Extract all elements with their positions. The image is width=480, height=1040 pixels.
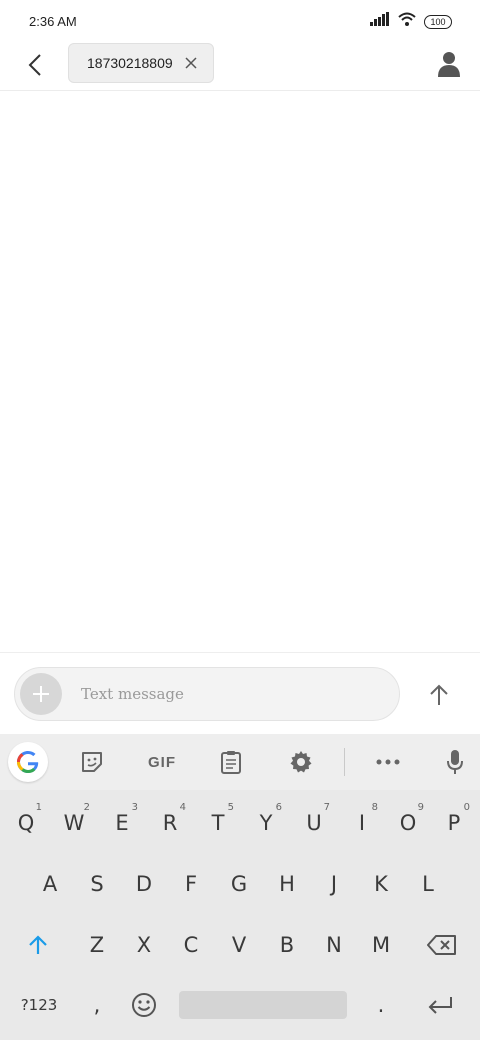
compose-field (14, 667, 400, 721)
key-z[interactable]: Z (75, 920, 119, 970)
arrow-up-icon (430, 684, 448, 705)
send-button[interactable] (420, 679, 458, 711)
enter-key[interactable] (418, 980, 462, 1030)
settings-button[interactable] (282, 744, 320, 780)
key-f[interactable]: F (169, 859, 213, 909)
clipboard-icon (221, 751, 241, 774)
enter-icon (428, 997, 452, 1014)
back-arrow-icon (28, 54, 41, 76)
keyboard: GIF Q 1 W 2 E 3 R 4 T 5 Y 6 U 7 I 8 O 9 … (0, 734, 480, 1040)
period-key[interactable]: . (359, 980, 403, 1030)
key-b[interactable]: B (265, 920, 309, 970)
key-n[interactable]: N (312, 920, 356, 970)
signal-icon (370, 12, 390, 31)
key-y[interactable]: Y6 (244, 798, 288, 848)
recipient-number: 18730218809 (87, 55, 173, 71)
key-h[interactable]: H (265, 859, 309, 909)
battery-icon: 100 (424, 14, 452, 29)
key-q[interactable]: Q1 (4, 798, 48, 848)
google-button[interactable] (8, 742, 48, 782)
recipient-chip[interactable]: 18730218809 (68, 43, 214, 83)
key-u[interactable]: U7 (292, 798, 336, 848)
contact-button[interactable] (434, 48, 464, 80)
remove-recipient-button[interactable] (183, 55, 199, 71)
key-r[interactable]: R4 (148, 798, 192, 848)
person-icon (438, 52, 460, 77)
key-o[interactable]: O9 (386, 798, 430, 848)
key-d[interactable]: D (122, 859, 166, 909)
status-icons: 100 (370, 12, 452, 31)
key-g[interactable]: G (217, 859, 261, 909)
key-i[interactable]: I8 (340, 798, 384, 848)
emoji-icon (132, 993, 156, 1017)
clipboard-button[interactable] (212, 744, 250, 780)
message-input[interactable] (79, 678, 383, 710)
sticker-icon (82, 752, 102, 772)
shift-arrow-icon (29, 935, 47, 954)
voice-input-button[interactable] (436, 744, 474, 780)
back-button[interactable] (20, 50, 50, 80)
comma-key[interactable]: , (75, 980, 119, 1030)
close-icon (185, 57, 197, 69)
toolbar-divider (344, 748, 345, 776)
google-icon (17, 751, 39, 773)
more-horizontal-icon (376, 759, 400, 765)
key-k[interactable]: K (359, 859, 403, 909)
key-l[interactable]: L (406, 859, 450, 909)
shift-key[interactable] (16, 920, 60, 970)
key-v[interactable]: V (217, 920, 261, 970)
key-a[interactable]: A (28, 859, 72, 909)
key-w[interactable]: W2 (52, 798, 96, 848)
backspace-key[interactable] (420, 920, 464, 970)
key-p[interactable]: P0 (432, 798, 476, 848)
compose-bar (0, 652, 480, 735)
spacebar[interactable] (179, 991, 347, 1019)
status-time: 2:36 AM (29, 14, 77, 29)
microphone-icon (447, 750, 463, 774)
key-m[interactable]: M (359, 920, 403, 970)
plus-icon (33, 686, 49, 702)
wifi-icon (398, 12, 416, 31)
gear-icon (290, 751, 312, 773)
sticker-button[interactable] (73, 744, 111, 780)
message-list (0, 91, 480, 652)
key-c[interactable]: C (169, 920, 213, 970)
keyboard-toolbar: GIF (0, 734, 480, 790)
emoji-key[interactable] (122, 980, 166, 1030)
gif-button[interactable]: GIF (141, 744, 183, 780)
key-j[interactable]: J (312, 859, 356, 909)
symbols-key[interactable]: ?123 (14, 980, 64, 1030)
backspace-icon (427, 935, 456, 955)
more-options-button[interactable] (369, 744, 407, 780)
key-s[interactable]: S (75, 859, 119, 909)
add-attachment-button[interactable] (20, 673, 62, 715)
key-e[interactable]: E3 (100, 798, 144, 848)
conversation-header: 18730218809 (0, 42, 480, 91)
gif-label: GIF (148, 753, 176, 771)
key-x[interactable]: X (122, 920, 166, 970)
status-bar: 2:36 AM 100 (0, 0, 480, 42)
key-t[interactable]: T5 (196, 798, 240, 848)
